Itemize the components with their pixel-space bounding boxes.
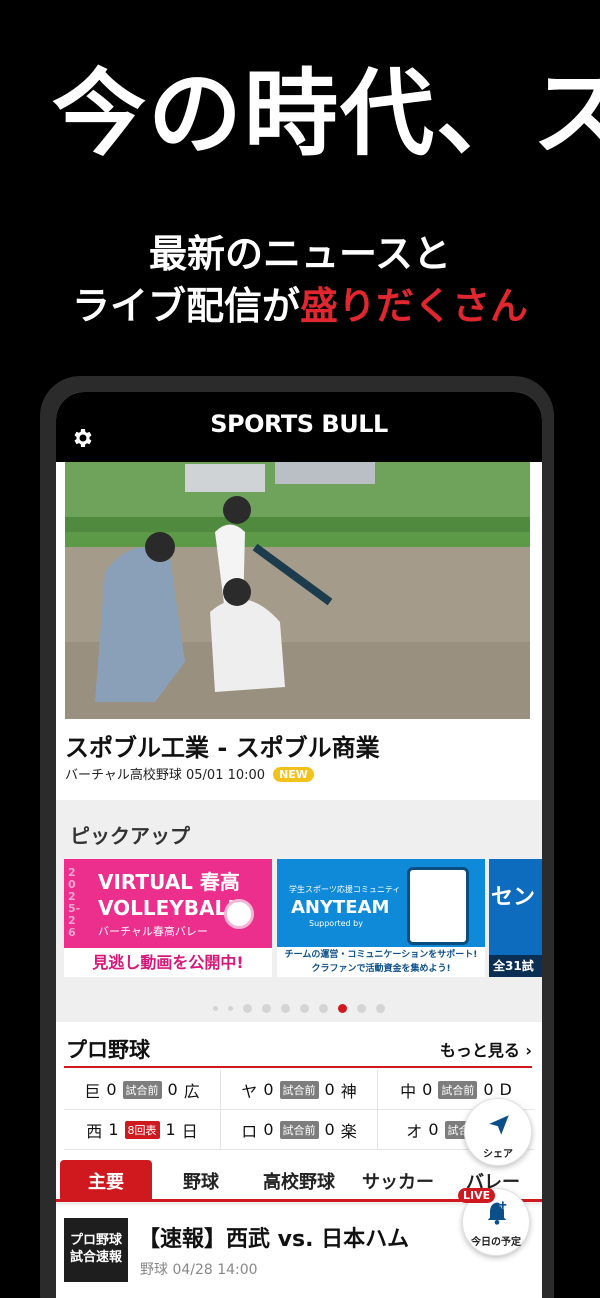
promo-subtitle-prefix: ライブ配信が xyxy=(71,284,300,328)
game-score[interactable]: 巨 0 試合前 0 広 xyxy=(64,1070,221,1109)
share-button[interactable]: シェア xyxy=(464,1098,532,1166)
banner-supported: Supported by xyxy=(309,919,363,928)
banner-caption: チームの運営・コミュニケーションをサポート! クラファンで活動資金を集めよう! xyxy=(277,947,485,977)
game-status: 試合前 xyxy=(122,1080,162,1099)
pro-baseball-title: プロ野球 xyxy=(66,1038,150,1062)
away-team: 日 xyxy=(181,1121,198,1141)
carousel-dot[interactable] xyxy=(300,1004,309,1013)
news-thumbnail-line1: プロ野球 xyxy=(69,1233,122,1248)
carousel-dot[interactable] xyxy=(319,1004,328,1013)
game-status-live: 8回表 xyxy=(124,1120,160,1139)
banner-subtitle: バーチャル春高バレー xyxy=(98,925,208,938)
app-screen[interactable]: SPORTS BULL スポブル工業 - スポブル商業 バーチャル高校野球 05… xyxy=(56,392,542,1298)
carousel-dot[interactable] xyxy=(228,1006,233,1011)
pickup-section: ピックアップ 2025-26 VIRTUAL 春高 VOLLEYBALL バーチ… xyxy=(56,800,542,1022)
away-score: 1 xyxy=(165,1120,176,1139)
away-score: 0 xyxy=(167,1080,178,1099)
app-bar: SPORTS BULL xyxy=(56,392,542,462)
volleyball-icon xyxy=(224,899,254,929)
carousel-dot[interactable] xyxy=(213,1006,218,1011)
carousel-dot[interactable] xyxy=(376,1004,385,1013)
game-status: 試合前 xyxy=(438,1080,478,1099)
pickup-banner-senbatsu[interactable]: セン 全31試 xyxy=(489,859,542,977)
away-team: 楽 xyxy=(340,1121,357,1141)
away-score: 0 xyxy=(324,1080,335,1099)
home-score: 0 xyxy=(106,1080,117,1099)
carousel-dot[interactable] xyxy=(243,1004,252,1013)
home-score: 0 xyxy=(263,1120,274,1139)
banner-title: ANYTEAM xyxy=(291,897,390,918)
score-row: 巨 0 試合前 0 広 ヤ 0 試合前 0 神 中 0 試合前 0 D xyxy=(64,1070,534,1110)
home-score: 0 xyxy=(428,1120,439,1139)
banner-title: VIRTUAL 春高 VOLLEYBALL xyxy=(98,870,240,920)
home-score: 0 xyxy=(422,1080,433,1099)
banner-small: 学生スポーツ応援コミュニティ xyxy=(289,885,401,894)
banner-caption: 全31試 xyxy=(489,955,542,977)
send-icon xyxy=(489,1115,509,1135)
hero-title: スポブル工業 - スポブル商業 xyxy=(65,734,380,762)
tab-main[interactable]: 主要 xyxy=(60,1160,152,1202)
news-thumbnail-line2: 試合速報 xyxy=(69,1250,122,1265)
home-team: 西 xyxy=(86,1121,103,1141)
home-score: 0 xyxy=(263,1080,274,1099)
banner-caption-line2: クラファンで活動資金を集めよう! xyxy=(311,964,451,974)
carousel-dot[interactable] xyxy=(338,1004,347,1013)
away-team: 広 xyxy=(183,1081,200,1101)
away-score: 0 xyxy=(483,1080,494,1099)
score-grid: 巨 0 試合前 0 広 ヤ 0 試合前 0 神 中 0 試合前 0 D 西 1 8回表 1 日 ロ 0 試合前 0 楽 … xyxy=(64,1070,534,1150)
tab-high-school-baseball[interactable]: 高校野球 xyxy=(248,1160,350,1202)
hero-photo xyxy=(65,462,530,719)
home-team: ヤ xyxy=(241,1081,258,1101)
hero-meta-text: バーチャル高校野球 05/01 10:00 xyxy=(65,768,266,783)
away-team: D xyxy=(499,1080,512,1099)
home-team: オ xyxy=(406,1121,423,1141)
live-tag: LIVE xyxy=(458,1188,496,1203)
carousel-dots xyxy=(56,998,542,1017)
pickup-banner-anyteam[interactable]: 学生スポーツ応援コミュニティ ANYTEAM Supported by チームの… xyxy=(277,859,485,977)
home-team: 中 xyxy=(400,1081,417,1101)
news-meta: 野球 04/28 14:00 xyxy=(140,1262,258,1278)
promo-subtitle-line2: ライブ配信が盛りだくさん xyxy=(0,278,600,334)
section-rule xyxy=(64,1066,532,1068)
carousel-dot[interactable] xyxy=(281,1004,290,1013)
banner-caption: 見逃し動画を公開中! xyxy=(64,948,272,977)
pickup-banner-volleyball[interactable]: 2025-26 VIRTUAL 春高 VOLLEYBALL バーチャル春高バレー… xyxy=(64,859,272,977)
bell-plus-icon xyxy=(487,1201,507,1225)
home-team: ロ xyxy=(241,1121,258,1141)
share-label: シェア xyxy=(483,1149,513,1160)
schedule-label: 今日の予定 xyxy=(471,1237,521,1248)
carousel-dot[interactable] xyxy=(262,1004,271,1013)
banner-title: セン xyxy=(491,885,536,910)
promo-subtitle-line1: 最新のニュースと xyxy=(148,232,452,276)
game-score[interactable]: ロ 0 試合前 0 楽 xyxy=(221,1110,378,1149)
game-status: 試合前 xyxy=(279,1120,319,1139)
tab-baseball[interactable]: 野球 xyxy=(156,1160,246,1202)
home-score: 1 xyxy=(108,1120,119,1139)
promo-headline: 今の時代、ス xyxy=(52,60,600,169)
game-score[interactable]: ヤ 0 試合前 0 神 xyxy=(221,1070,378,1109)
promo-subtitle-accent: 盛りだくさん xyxy=(300,284,529,328)
news-title: 【速報】西武 vs. 日本ハム xyxy=(138,1227,410,1252)
away-team: 神 xyxy=(340,1081,357,1101)
phone-mockup xyxy=(407,867,469,945)
app-logo: SPORTS BULL xyxy=(210,410,388,438)
banner-year: 2025-26 xyxy=(68,866,81,939)
news-thumbnail: プロ野球 試合速報 xyxy=(64,1218,128,1282)
game-score[interactable]: 西 1 8回表 1 日 xyxy=(64,1110,221,1149)
home-team: 巨 xyxy=(84,1081,101,1101)
carousel-dot[interactable] xyxy=(357,1004,366,1013)
pickup-title: ピックアップ xyxy=(70,824,190,848)
tab-soccer[interactable]: サッカー xyxy=(350,1160,446,1202)
hero-card[interactable]: スポブル工業 - スポブル商業 バーチャル高校野球 05/01 10:00 NEW xyxy=(56,462,542,800)
banner-caption-line1: チームの運営・コミュニケーションをサポート! xyxy=(284,950,478,960)
away-score: 0 xyxy=(324,1120,335,1139)
game-status: 試合前 xyxy=(279,1080,319,1099)
hero-meta: バーチャル高校野球 05/01 10:00 NEW xyxy=(65,764,314,783)
more-link[interactable]: もっと見る › xyxy=(440,1037,532,1061)
new-badge: NEW xyxy=(273,767,314,782)
